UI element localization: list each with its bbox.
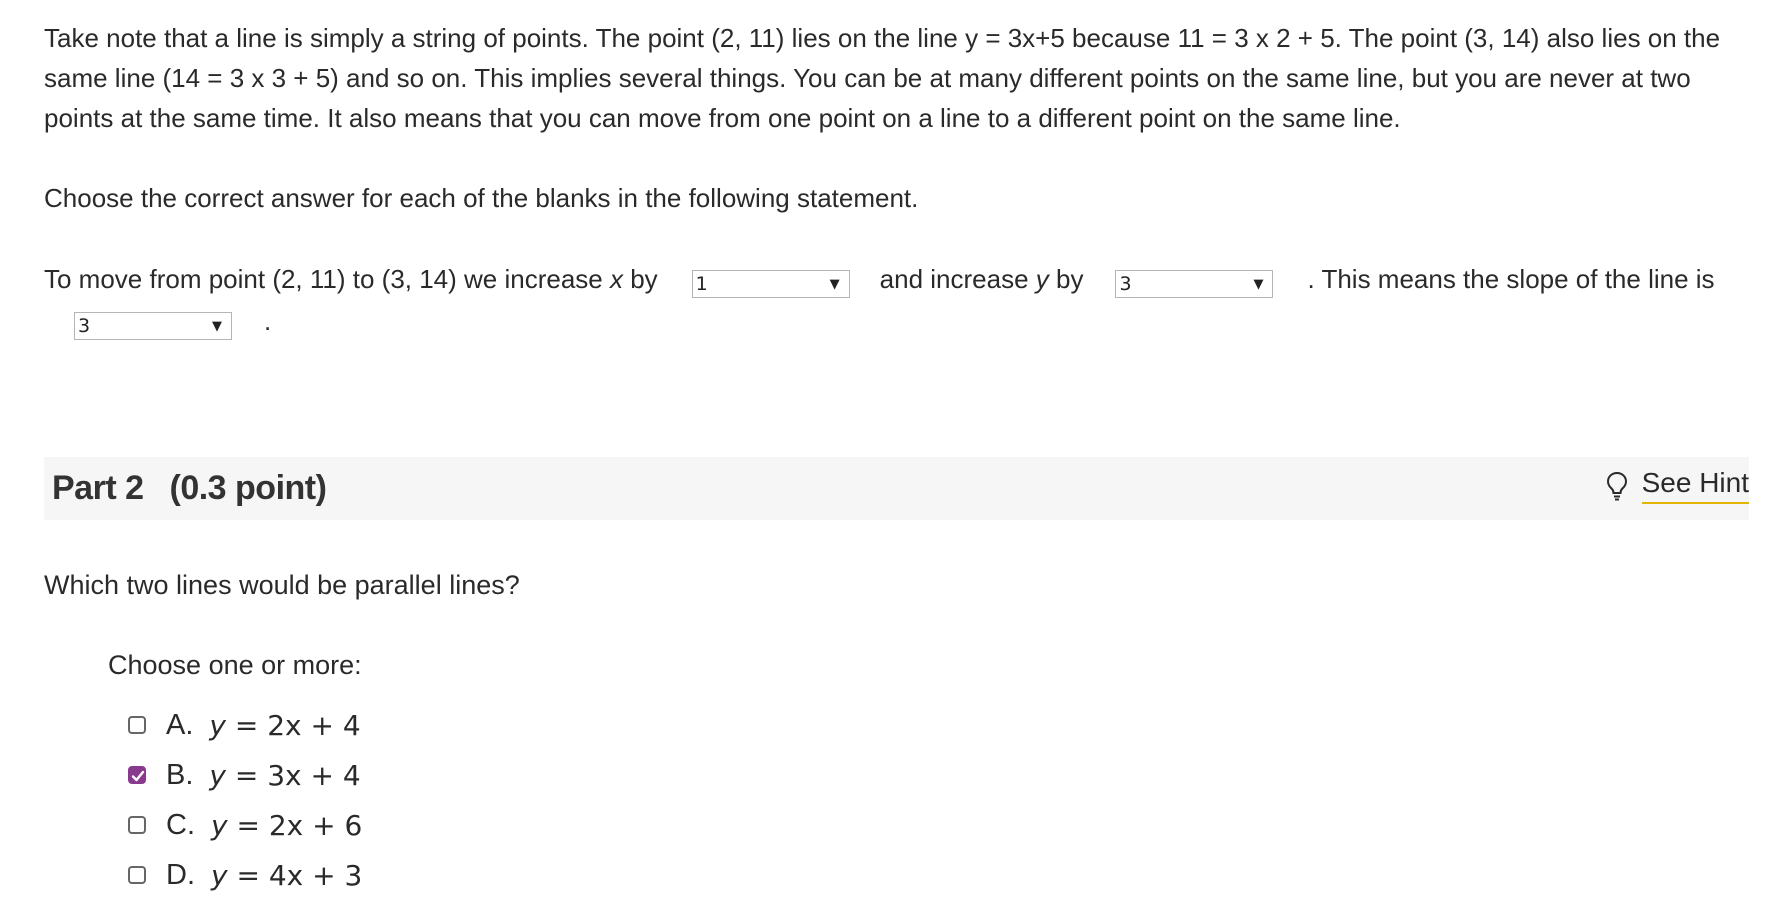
- see-hint-label: See Hint: [1641, 467, 1749, 504]
- lightbulb-icon: [1606, 471, 1627, 500]
- checkmark-icon: [131, 770, 145, 782]
- checkbox[interactable]: [128, 866, 146, 884]
- statement-part1: To move from point (2, 11) to (3, 14) we…: [44, 264, 610, 294]
- statement-part4: by: [1048, 264, 1084, 294]
- option-expression: y = 2x + 6: [211, 808, 363, 842]
- see-hint-button[interactable]: See Hint: [1606, 467, 1749, 504]
- option-c[interactable]: C. y = 2x + 6: [128, 800, 362, 850]
- y-increase-select[interactable]: 3 ▼: [1115, 270, 1274, 298]
- statement-var-x: x: [609, 264, 623, 294]
- dropdown-arrow-icon: ▼: [829, 277, 840, 292]
- dropdown-arrow-icon: ▼: [1253, 277, 1264, 292]
- option-letter: D.: [166, 858, 195, 891]
- x-increase-select[interactable]: 1 ▼: [691, 270, 850, 298]
- option-expression: y = 3x + 4: [209, 758, 361, 792]
- statement-part5: . This means the slope of the line is: [1307, 264, 1715, 294]
- x-increase-select-value: 1: [695, 273, 708, 295]
- option-b[interactable]: B. y = 3x + 4: [128, 750, 362, 800]
- part-label: Part 2: [52, 469, 144, 507]
- part-2-header: Part 2 (0.3 point) See Hint: [44, 457, 1749, 520]
- option-a[interactable]: A. y = 2x + 4: [128, 700, 362, 750]
- checkbox[interactable]: [128, 816, 146, 834]
- option-letter: B.: [166, 758, 194, 791]
- problem-content: Take note that a line is simply a string…: [44, 18, 1744, 342]
- answer-options: A. y = 2x + 4 B. y = 3x + 4 C. y = 2x + …: [128, 700, 362, 900]
- option-d[interactable]: D. y = 4x + 3: [128, 850, 362, 900]
- slope-select-value: 3: [78, 315, 91, 337]
- instruction-text: Choose the correct answer for each of th…: [44, 183, 919, 213]
- fill-in-statement: To move from point (2, 11) to (3, 14) we…: [44, 258, 1744, 342]
- checkbox[interactable]: [128, 716, 146, 734]
- option-letter: C.: [166, 808, 195, 841]
- slope-select[interactable]: 3 ▼: [74, 312, 232, 340]
- statement-part3: and increase: [879, 264, 1036, 294]
- part-points: (0.3 point): [169, 469, 327, 507]
- statement-var-y: y: [1035, 264, 1049, 294]
- choose-label: Choose one or more:: [108, 650, 362, 680]
- option-letter: A.: [166, 708, 194, 741]
- statement-part6: .: [264, 306, 272, 336]
- option-expression: y = 2x + 4: [209, 708, 361, 742]
- question-text: Which two lines would be parallel lines?: [44, 570, 520, 600]
- checkbox-checked[interactable]: [128, 766, 146, 784]
- y-increase-select-value: 3: [1119, 273, 1132, 295]
- statement-part2: by: [622, 264, 658, 294]
- intro-paragraph: Take note that a line is simply a string…: [44, 23, 1721, 133]
- dropdown-arrow-icon: ▼: [212, 319, 222, 334]
- part-title: Part 2 (0.3 point): [52, 469, 327, 508]
- option-expression: y = 4x + 3: [211, 858, 363, 892]
